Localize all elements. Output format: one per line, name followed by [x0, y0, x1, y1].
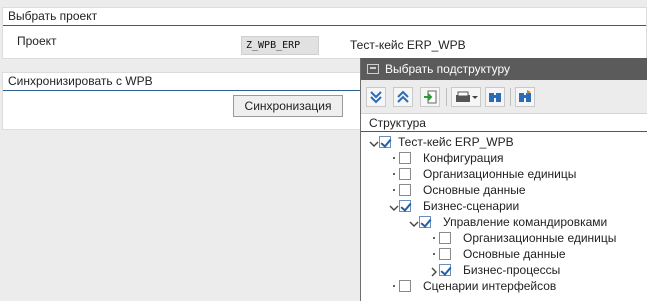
find-icon[interactable]: [485, 87, 505, 107]
tree-node[interactable]: Бизнес-процессы: [361, 262, 647, 278]
tree-checkbox[interactable]: [419, 216, 431, 228]
find-next-icon[interactable]: [515, 87, 535, 107]
tree-checkbox[interactable]: [439, 264, 451, 276]
tree-node-label: Сценарии интерфейсов: [423, 279, 557, 293]
sync-group-title: Синхронизировать с WPB: [3, 73, 361, 91]
tree-node[interactable]: Основные данные: [361, 182, 647, 198]
tree-checkbox[interactable]: [399, 152, 411, 164]
tree-node-label: Бизнес-процессы: [463, 263, 561, 277]
tree-checkbox[interactable]: [399, 280, 411, 292]
tree-checkbox[interactable]: [399, 168, 411, 180]
tree-node[interactable]: Бизнес-сценарии: [361, 198, 647, 214]
select-substructure-dialog: Выбрать подструктуру Структура Тест-кейс…: [360, 58, 647, 301]
tree-checkbox[interactable]: [379, 136, 391, 148]
leaf-bullet-icon: [393, 173, 395, 175]
chevron-down-icon[interactable]: [389, 201, 399, 211]
tree-node-label: Организационные единицы: [423, 167, 577, 181]
leaf-bullet-icon: [393, 285, 395, 287]
tree-node-label: Организационные единицы: [463, 231, 617, 245]
tree-node-label: Конфигурация: [423, 151, 504, 165]
tree-checkbox[interactable]: [439, 232, 451, 244]
chevron-right-icon[interactable]: [429, 265, 439, 277]
project-group: Выбрать проект Проект Z_WPB_ERP Тест-кей…: [2, 7, 647, 59]
tree-node[interactable]: Организационные единицы: [361, 166, 647, 182]
tree-checkbox[interactable]: [399, 200, 411, 212]
chevron-down-icon[interactable]: [409, 217, 419, 227]
leaf-bullet-icon: [393, 189, 395, 191]
print-icon[interactable]: [451, 87, 481, 107]
leaf-bullet-icon: [433, 237, 435, 239]
select-node-icon[interactable]: [420, 87, 440, 107]
sync-button[interactable]: Синхронизация: [233, 95, 343, 117]
dialog-title: Выбрать подструктуру: [385, 62, 511, 76]
expand-all-icon[interactable]: [366, 87, 386, 107]
tree-node-label: Управление командировками: [443, 215, 608, 229]
dialog-toolbar: [361, 80, 647, 114]
structure-column-header: Структура: [361, 114, 647, 132]
tree-node[interactable]: Конфигурация: [361, 150, 647, 166]
project-group-title: Выбрать проект: [3, 8, 646, 26]
tree-checkbox[interactable]: [439, 248, 451, 260]
leaf-bullet-icon: [433, 253, 435, 255]
project-description: Тест-кейс ERP_WPB: [350, 38, 466, 52]
tree-node-label: Тест-кейс ERP_WPB: [398, 135, 514, 149]
tree-node[interactable]: Управление командировками: [361, 214, 647, 230]
tree-node[interactable]: Основные данные: [361, 246, 647, 262]
collapse-all-icon[interactable]: [393, 87, 413, 107]
project-field[interactable]: Z_WPB_ERP: [241, 36, 319, 55]
tree-checkbox[interactable]: [399, 184, 411, 196]
tree-node-label: Основные данные: [463, 247, 566, 261]
tree-node[interactable]: Сценарии интерфейсов: [361, 278, 647, 294]
sync-group: Синхронизировать с WPB Синхронизация: [2, 72, 362, 130]
chevron-down-icon[interactable]: [369, 137, 379, 147]
tree-node[interactable]: Организационные единицы: [361, 230, 647, 246]
tree-node[interactable]: Тест-кейс ERP_WPB: [361, 134, 647, 150]
tree-node-label: Бизнес-сценарии: [423, 199, 520, 213]
dialog-titlebar[interactable]: Выбрать подструктуру: [361, 58, 647, 80]
tree-node-label: Основные данные: [423, 183, 526, 197]
project-label: Проект: [17, 34, 57, 48]
window-icon: [367, 64, 379, 74]
leaf-bullet-icon: [393, 157, 395, 159]
